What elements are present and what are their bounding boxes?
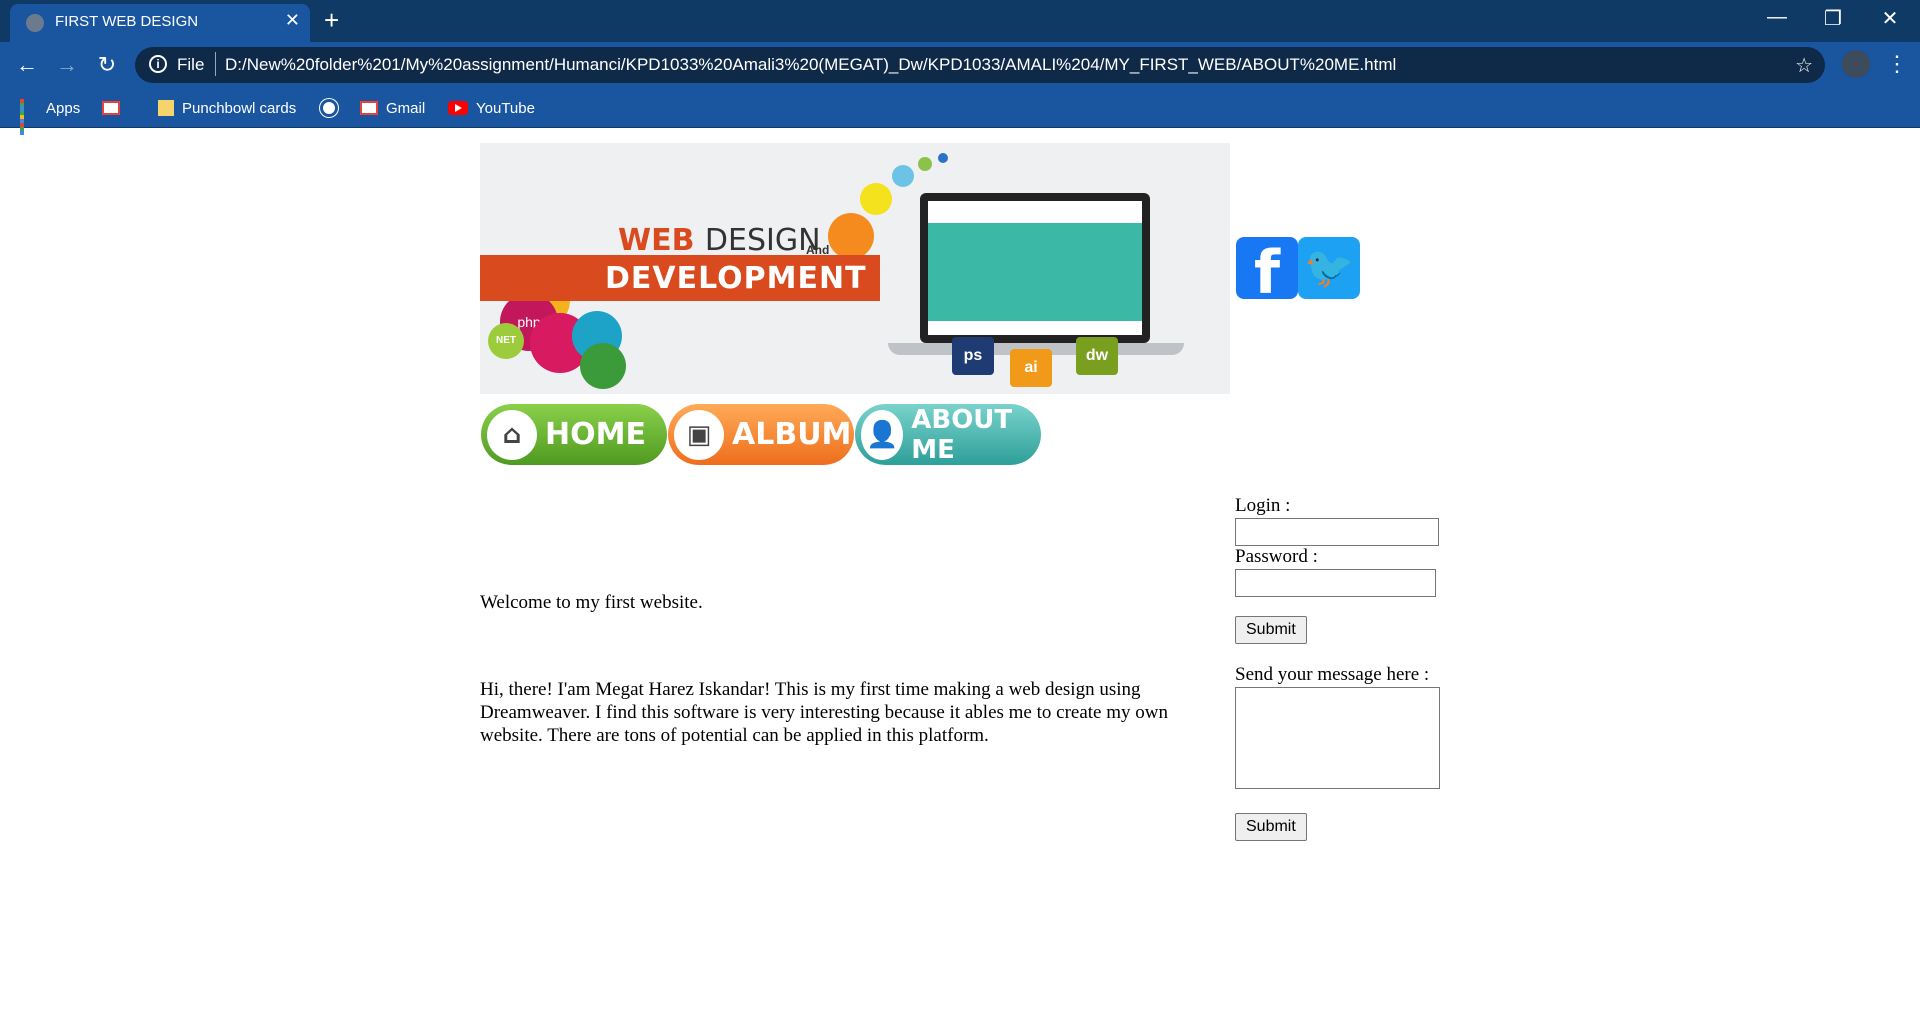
globe-icon bbox=[320, 99, 338, 117]
gmail-icon bbox=[102, 101, 120, 115]
bookmark-label: Punchbowl cards bbox=[182, 99, 297, 117]
bookmark-punchbowl[interactable]: Punchbowl cards bbox=[158, 96, 296, 120]
bookmark-label: YouTube bbox=[476, 99, 535, 117]
browser-toolbar: ← → ↻ i File D:/New%20folder%201/My%20as… bbox=[0, 42, 1920, 88]
password-label: Password : bbox=[1235, 546, 1318, 567]
decor-bubble bbox=[828, 213, 874, 259]
apps-grid-icon bbox=[20, 99, 38, 135]
photoshop-badge: ps bbox=[952, 337, 994, 375]
tab-strip: FIRST WEB DESIGN ✕ + — ❐ ✕ bbox=[0, 0, 1920, 42]
bookmark-star-icon[interactable]: ☆ bbox=[1795, 53, 1813, 78]
address-bar[interactable]: i File D:/New%20folder%201/My%20assignme… bbox=[135, 47, 1825, 83]
bookmark-globe[interactable] bbox=[320, 96, 346, 120]
tab-title: FIRST WEB DESIGN bbox=[55, 13, 199, 30]
dreamweaver-badge: dw bbox=[1076, 337, 1118, 375]
browser-tab[interactable]: FIRST WEB DESIGN ✕ bbox=[10, 4, 310, 42]
site-info-icon[interactable]: i bbox=[149, 55, 167, 73]
bookmark-youtube[interactable]: YouTube bbox=[448, 96, 535, 120]
message-label: Send your message here : bbox=[1235, 664, 1430, 685]
picture-icon: ▣ bbox=[674, 409, 724, 460]
browser-menu-icon[interactable]: ⋮ bbox=[1886, 50, 1908, 78]
address-url[interactable]: D:/New%20folder%201/My%20assignment/Huma… bbox=[225, 55, 1396, 75]
close-window-button[interactable]: ✕ bbox=[1870, 6, 1910, 31]
bookmark-label: Apps bbox=[46, 99, 81, 117]
bookmarks-bar: Apps Punchbowl cards Gmail YouTube bbox=[0, 88, 1920, 135]
folder-icon bbox=[158, 100, 174, 116]
minimize-button[interactable]: — bbox=[1757, 6, 1797, 29]
banner-subheading: DEVELOPMENT bbox=[605, 261, 867, 296]
twitter-icon[interactable]: 🐦 bbox=[1298, 237, 1360, 299]
nav-home-button[interactable]: ⌂ HOME bbox=[481, 404, 667, 465]
profile-avatar[interactable] bbox=[1842, 50, 1870, 78]
banner-heading: WEB DESIGN bbox=[618, 223, 821, 258]
youtube-icon bbox=[448, 101, 468, 115]
nav-home-label: HOME bbox=[545, 417, 646, 452]
illustrator-badge: ai bbox=[1010, 349, 1052, 387]
person-icon: 👤 bbox=[861, 409, 904, 460]
new-tab-button[interactable]: + bbox=[324, 6, 339, 34]
decor-bubble bbox=[938, 153, 948, 163]
home-icon: ⌂ bbox=[487, 409, 537, 460]
decor-bubble bbox=[860, 183, 892, 215]
nav-album-button[interactable]: ▣ ALBUM bbox=[668, 404, 854, 465]
message-submit-button[interactable]: Submit bbox=[1235, 813, 1307, 841]
laptop-illustration bbox=[920, 193, 1150, 343]
bookmark-gmail[interactable]: Gmail bbox=[360, 96, 425, 120]
address-scheme: File bbox=[177, 55, 205, 74]
login-submit-button[interactable]: Submit bbox=[1235, 616, 1307, 644]
nav-about-button[interactable]: 👤 ABOUT ME bbox=[855, 404, 1041, 465]
facebook-icon[interactable]: f bbox=[1236, 237, 1298, 308]
forward-arrow-icon[interactable]: → bbox=[52, 50, 82, 80]
reload-icon[interactable]: ↻ bbox=[92, 50, 122, 80]
bookmark-apps[interactable]: Apps bbox=[20, 96, 81, 135]
password-input[interactable] bbox=[1235, 569, 1436, 597]
login-input[interactable] bbox=[1235, 518, 1439, 546]
welcome-text: Welcome to my first website. bbox=[480, 592, 703, 613]
nav-album-label: ALBUM bbox=[732, 417, 852, 452]
intro-paragraph: Hi, there! I'am Megat Harez Iskandar! Th… bbox=[480, 679, 1168, 746]
banner-and: And bbox=[806, 243, 830, 257]
decor-bubble bbox=[892, 165, 914, 187]
back-arrow-icon[interactable]: ← bbox=[12, 50, 42, 80]
bookmark-label: Gmail bbox=[386, 99, 426, 117]
decor-bubble bbox=[580, 343, 626, 389]
message-textarea[interactable] bbox=[1235, 687, 1440, 789]
net-badge: NET bbox=[488, 323, 524, 359]
bookmark-gmail-icon-only[interactable] bbox=[102, 96, 128, 120]
address-divider bbox=[215, 52, 216, 76]
page-favicon-icon bbox=[26, 14, 44, 32]
restore-button[interactable]: ❐ bbox=[1813, 6, 1853, 31]
login-label: Login : bbox=[1235, 495, 1291, 516]
nav-about-label: ABOUT ME bbox=[911, 404, 1013, 465]
decor-bubble bbox=[918, 157, 932, 171]
gmail-icon bbox=[360, 101, 378, 115]
close-tab-icon[interactable]: ✕ bbox=[285, 10, 300, 31]
header-banner-image: php NET WEB DESIGN And DEVELOPMENT ps ai… bbox=[480, 143, 1230, 394]
